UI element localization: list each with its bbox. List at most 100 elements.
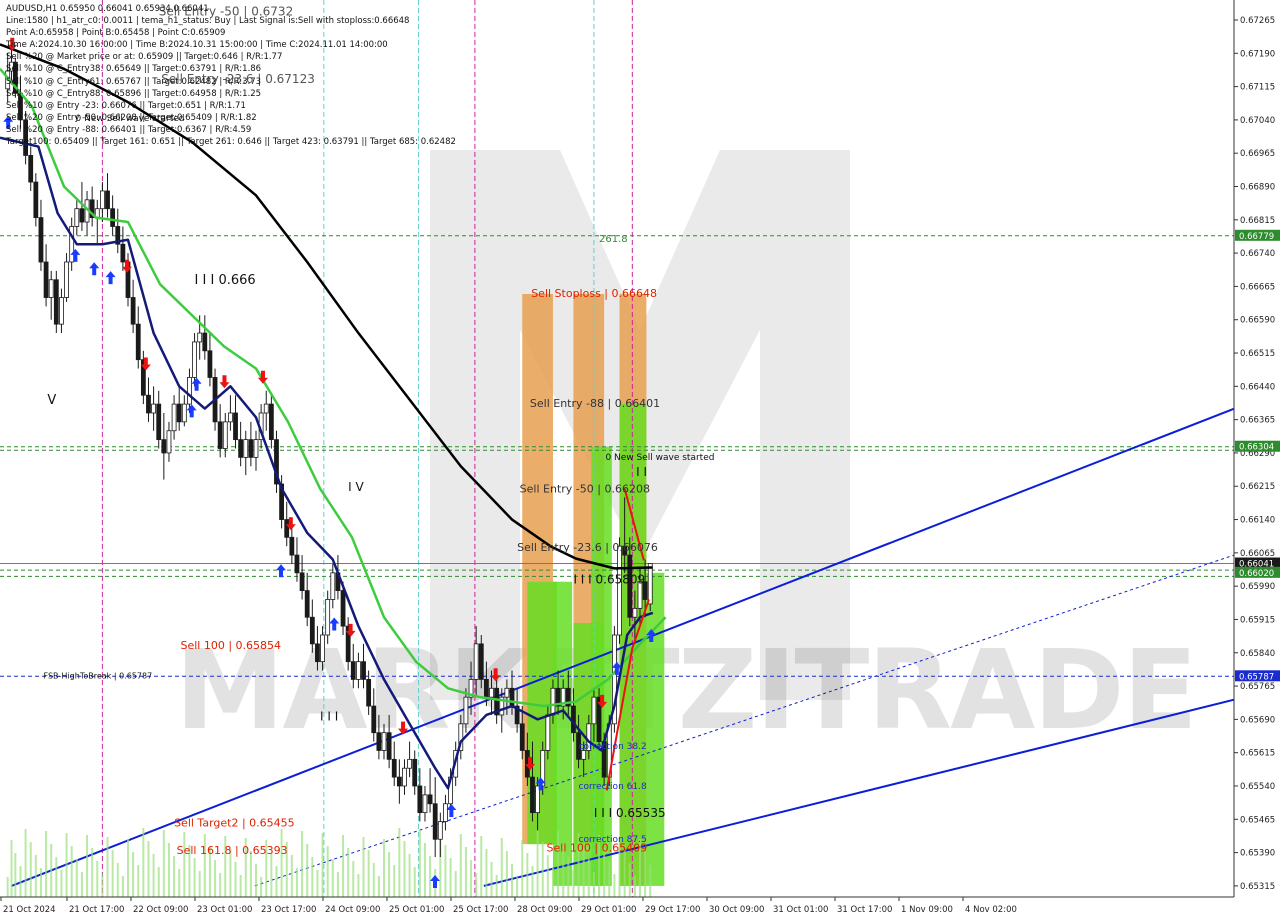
volume-bar: [295, 868, 298, 897]
candle-body: [478, 643, 484, 680]
volume-bar: [91, 848, 94, 897]
volume-bar: [536, 829, 539, 897]
candle-body: [105, 190, 110, 210]
volume-bar: [459, 834, 462, 897]
candle-body: [248, 439, 254, 458]
candle-body: [591, 696, 597, 725]
volume-bar: [454, 871, 457, 897]
price-tick-label: 0.66665: [1240, 282, 1275, 292]
candle-body: [100, 190, 105, 210]
volume-bar: [183, 832, 186, 897]
candle-body: [253, 439, 259, 458]
candle-body: [171, 403, 177, 432]
candle-body: [376, 732, 382, 751]
volume-bar: [290, 855, 293, 897]
volume-bar: [193, 858, 196, 897]
volume-bar: [50, 844, 53, 897]
chart-annotation: 261.8: [599, 234, 628, 245]
candle-body: [233, 412, 238, 441]
price-tick-label: 0.67115: [1240, 83, 1275, 93]
volume-bar: [6, 877, 9, 897]
candle-body: [64, 261, 69, 298]
volume-bar: [80, 872, 83, 897]
chart-annotation: I V: [348, 480, 364, 494]
volume-bar: [644, 852, 647, 897]
volume-bar: [142, 828, 145, 897]
price-flag-label: 0.65787: [1239, 672, 1274, 682]
volume-bar: [470, 860, 473, 897]
volume-bar: [490, 862, 493, 897]
candle-body: [530, 776, 535, 814]
candle-body: [268, 403, 274, 441]
price-tick-label: 0.66215: [1240, 482, 1275, 492]
volume-bar: [449, 858, 452, 897]
time-tick-label: 29 Oct 17:00: [645, 905, 700, 915]
time-tick-label: 24 Oct 09:00: [325, 905, 380, 915]
candle-body: [443, 803, 448, 822]
candle-body: [489, 687, 494, 698]
candle-body: [161, 439, 167, 454]
price-tick-label: 0.65615: [1240, 749, 1275, 759]
time-tick-label: 1 Nov 09:00: [901, 905, 953, 915]
price-flag-label: 0.66779: [1239, 232, 1274, 242]
price-tick-label: 0.66515: [1240, 349, 1275, 359]
info-line: Point A:0.65958 | Point B:0.65458 | Poin…: [6, 28, 226, 39]
candle-body: [192, 341, 197, 378]
time-tick-label: 25 Oct 17:00: [453, 905, 508, 915]
volume-bar: [357, 874, 360, 897]
volume-bar: [592, 872, 595, 897]
volume-bar: [613, 874, 616, 897]
candle-body: [238, 439, 244, 458]
volume-bar: [429, 856, 432, 897]
volume-bar: [572, 870, 575, 897]
chart-annotation: Sell Stoploss | 0.66648: [531, 287, 657, 300]
volume-bar: [34, 855, 37, 897]
volume-bar: [55, 857, 58, 897]
volume-bar: [173, 856, 176, 897]
volume-bar: [60, 870, 63, 897]
volume-bar: [70, 846, 73, 897]
volume-bar: [157, 867, 160, 897]
volume-bar: [19, 866, 22, 897]
candle-body: [350, 661, 356, 680]
volume-bar: [255, 864, 257, 897]
volume-bar: [101, 874, 104, 897]
chart-annotation: FSB-HighToBreak | 0.65787: [44, 672, 153, 681]
volume-bar: [352, 861, 355, 897]
watermark-text: MARKETZITRADE: [175, 626, 1196, 754]
price-flag-label: 0.66304: [1239, 443, 1274, 453]
volume-bar: [475, 873, 478, 897]
chart-annotation: Sell Target2 | 0.65455: [174, 816, 295, 829]
time-tick-label: 29 Oct 01:00: [581, 905, 636, 915]
candle-body: [304, 590, 310, 618]
volume-bar: [75, 859, 78, 897]
volume-bar: [106, 837, 109, 897]
price-tick-label: 0.66365: [1240, 416, 1275, 426]
volume-bar: [526, 853, 529, 897]
time-tick-label: 21 Oct 17:00: [69, 905, 124, 915]
candle-body: [263, 403, 269, 414]
volume-bar: [316, 870, 319, 897]
volume-bar: [311, 857, 314, 897]
time-tick-label: 23 Oct 01:00: [197, 905, 252, 915]
volume-bar: [301, 831, 304, 897]
volume-bar: [24, 829, 27, 897]
candle-body: [330, 572, 336, 600]
candle-body: [120, 243, 126, 263]
price-tick-label: 0.67265: [1240, 16, 1275, 26]
price-tick-label: 0.66140: [1240, 516, 1275, 526]
volume-bar: [239, 875, 242, 897]
volume-bar: [444, 845, 447, 897]
volume-bar: [388, 852, 391, 897]
price-tick-label: 0.66590: [1240, 316, 1275, 326]
candle-body: [156, 403, 162, 441]
price-tick-label: 0.66965: [1240, 149, 1275, 159]
price-tick-label: 0.66065: [1240, 549, 1275, 559]
volume-bar: [531, 866, 534, 897]
candle-body: [289, 536, 295, 556]
volume-bar: [480, 836, 483, 897]
price-tick-label: 0.65990: [1240, 582, 1275, 592]
volume-bar: [326, 846, 329, 897]
volume-bar: [623, 850, 626, 897]
volume-bar: [86, 835, 89, 897]
